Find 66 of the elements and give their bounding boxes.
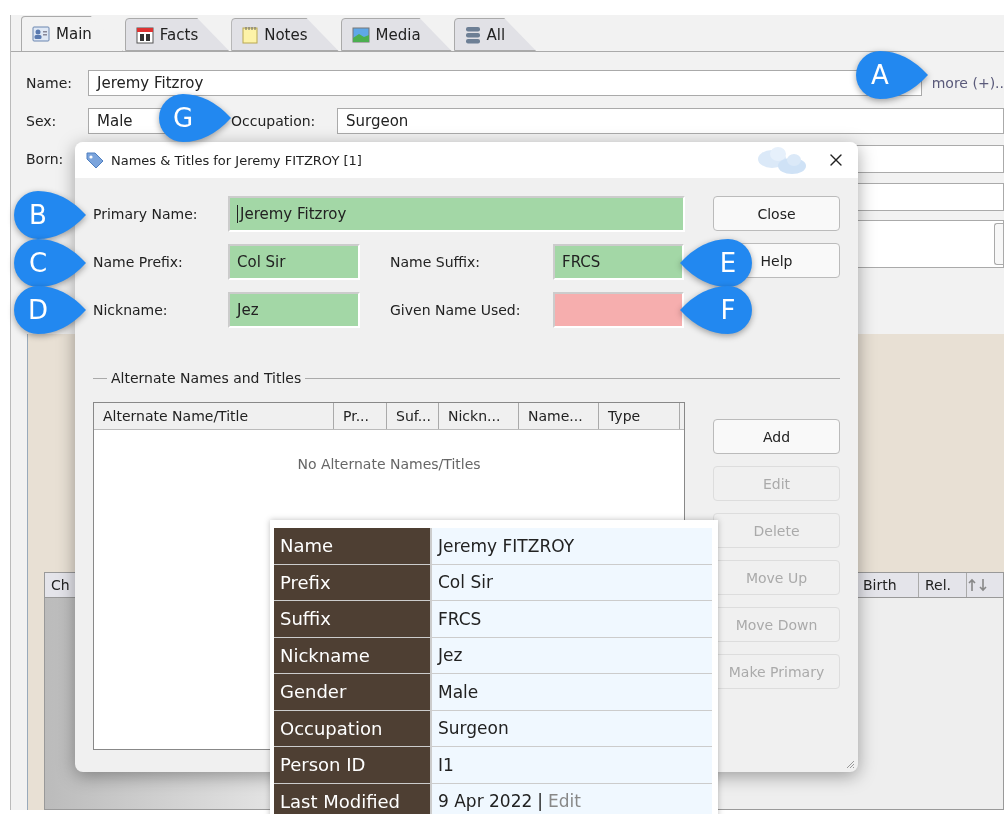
callout-tooltip: F [678,285,754,335]
field-label: Name Suffix: [390,254,482,270]
field-label: Primary Name: [93,206,199,222]
dialog-button[interactable]: Close [713,196,840,231]
group-title: Alternate Names and Titles [111,370,302,386]
info-label: Nickname [274,637,432,673]
info-label: Name [274,528,432,564]
column-header[interactable]: Rel. [919,573,967,597]
value-text: I1 [438,754,454,775]
database-icon [464,25,481,44]
column-header[interactable]: Nickn... [439,403,519,429]
name-prefix-field[interactable]: Col Sir [228,244,360,280]
info-label: Person ID [274,747,432,783]
value-text: Col Sir [438,572,493,593]
column-header[interactable]: Pr... [334,403,387,429]
tab[interactable]: Notes [231,18,339,51]
callout-tooltip: B [12,190,88,240]
separator-text: | [537,791,544,812]
tab[interactable]: All [453,18,537,51]
column-header[interactable]: Type [599,403,680,429]
occupation-field[interactable]: Surgeon [337,108,1004,134]
resize-grip-icon[interactable] [845,759,855,769]
dialog-title: Names & Titles for Jeremy FITZROY [1] [111,152,363,168]
sort-arrows-icon[interactable] [967,576,989,594]
field-label: Occupation: [231,113,317,129]
field-label: Name Prefix: [93,254,184,270]
value-text: FRCS [438,608,482,629]
field-label: Sex: [26,113,58,129]
column-header[interactable]: Name... [519,403,599,429]
info-label: Last Modified [274,783,432,814]
empty-message: No Alternate Names/Titles [297,456,481,472]
expand-handle[interactable] [994,223,1003,265]
tab[interactable]: Facts [124,18,230,51]
list-button[interactable]: Add [713,419,840,454]
callout-tooltip: D [12,285,88,335]
info-label: Gender [274,674,432,710]
name-suffix-field[interactable]: FRCS [553,244,684,280]
callout-tooltip: A [854,50,930,100]
value-text: 9 Apr 2022 [438,791,533,812]
column-header[interactable]: Alternate Name/Title [94,403,334,429]
tab[interactable]: Main [21,16,123,51]
field-label: Born: [26,151,65,167]
field-label: Nickname: [93,302,169,318]
given-name-field[interactable] [553,292,684,328]
notepad-icon [242,25,259,44]
value-text: Jez [438,645,463,666]
tab[interactable]: Media [340,18,452,51]
field-label: Given Name Used: [390,302,522,318]
info-label: Prefix [274,564,432,600]
more-link[interactable]: more (+).. [931,75,1004,91]
value-text: Jeremy FITZROY [438,535,575,556]
value-text: Surgeon [438,718,509,739]
value-text: Male [438,681,479,702]
primary-name-field[interactable]: Jeremy Fitzroy [228,196,685,232]
nickname-field[interactable]: Jez [228,292,360,328]
column-header[interactable]: Suf... [387,403,439,429]
calendar-icon [135,25,154,44]
callout-tooltip: C [12,238,88,288]
image-icon [351,26,370,43]
field-label: Name: [26,75,74,91]
callout-tooltip: E [678,238,754,288]
id-card-icon [32,26,50,42]
info-label: Occupation [274,710,432,746]
callout-tooltip: G [157,93,233,143]
info-label: Suffix [274,601,432,637]
tag-icon [85,151,105,169]
